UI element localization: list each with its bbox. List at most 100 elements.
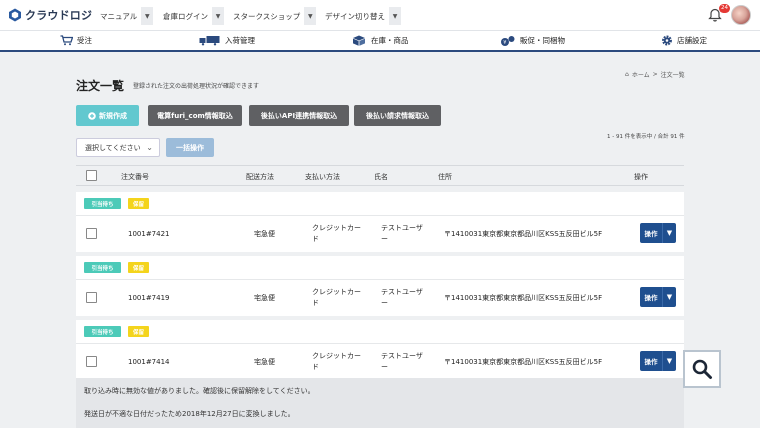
shipping-method: 宅急便 xyxy=(254,230,275,238)
caret-down-icon[interactable]: ▼ xyxy=(662,223,676,243)
shipping-method: 宅急便 xyxy=(254,294,275,302)
import-deferred-billing-label: 後払い請求情報取込 xyxy=(366,111,429,120)
bulk-action-button[interactable]: 一括操作 xyxy=(166,138,214,157)
new-order-button[interactable]: 新規作成 xyxy=(76,105,139,126)
header-ops: 操作 xyxy=(634,173,648,181)
table-header: 注文番号 配送方法 支払い方法 氏名 住所 操作 xyxy=(76,165,684,186)
breadcrumb-separator: > xyxy=(652,71,658,78)
status-badge: 引当待ち xyxy=(84,326,121,337)
import-furi-button[interactable]: 電算furi_com情報取込 xyxy=(148,105,242,126)
customer-name: テストユーザー xyxy=(381,223,423,245)
topmenu-manual[interactable]: マニュアル ▼ xyxy=(96,7,154,25)
select-all-checkbox[interactable] xyxy=(86,170,97,181)
truck-icon xyxy=(199,36,220,46)
chevron-down-icon[interactable]: ▼ xyxy=(212,7,224,25)
logo-hex-icon xyxy=(9,8,21,22)
status-badge: 保留 xyxy=(128,326,149,337)
chevron-down-icon[interactable]: ▼ xyxy=(141,7,154,25)
caret-down-icon[interactable]: ▼ xyxy=(662,351,676,371)
brand-name: クラウドロジ xyxy=(25,9,93,22)
payment-line: クレジットカー xyxy=(312,352,361,360)
status-badge: 引当待ち xyxy=(84,198,121,209)
topmenu-warehouse-login-label: 倉庫ログイン xyxy=(163,11,208,21)
address: 〒1410031東京都東京都品川区KSS五反田ビル5F xyxy=(444,230,603,238)
payment-line: ド xyxy=(312,299,319,307)
zoom-search-button[interactable] xyxy=(683,350,721,388)
nav-item-promo[interactable]: ¥ 販促・同梱物 xyxy=(500,31,565,50)
header-payment[interactable]: 支払い方法 xyxy=(305,172,340,182)
status-badge: 保留 xyxy=(128,262,149,273)
page-title: 注文一覧 xyxy=(76,79,125,93)
chevron-down-icon[interactable]: ▼ xyxy=(304,7,317,25)
topmenu-shop[interactable]: スタークスショップ ▼ xyxy=(229,7,317,25)
new-order-label: 新規作成 xyxy=(99,111,127,120)
top-bar: クラウドロジ マニュアル ▼ 倉庫ログイン ▼ スタークスショップ ▼ デザイン… xyxy=(0,0,760,31)
nav-item-inventory-label: 在庫・商品 xyxy=(371,36,409,45)
shipping-method: 宅急便 xyxy=(254,358,275,366)
table-row: 引当待ち 保留 1001#7414 宅急便 クレジットカード テストユーザー 〒… xyxy=(76,320,684,378)
order-number[interactable]: 1001#7421 xyxy=(128,229,170,240)
header-shipping[interactable]: 配送方法 xyxy=(246,172,274,182)
nav-item-store-settings-label: 店舗設定 xyxy=(677,36,707,45)
row-checkbox[interactable] xyxy=(86,228,97,239)
customer-name: テストユーザー xyxy=(381,287,423,309)
breadcrumb-current: 注文一覧 xyxy=(660,72,685,79)
import-deferred-api-button[interactable]: 後払いAPI連携情報取込 xyxy=(249,105,349,126)
cart-icon xyxy=(60,35,73,46)
bulk-action-select[interactable]: 選択してください ⌄ xyxy=(76,138,160,157)
svg-text:¥: ¥ xyxy=(503,40,506,46)
header-order-no[interactable]: 注文番号 xyxy=(121,172,149,182)
note-date-converted: 発送日が不適な日付だったため2018年12月27日に変換しました。 xyxy=(84,410,295,418)
home-icon: ⌂ xyxy=(625,71,629,78)
name-line: ー xyxy=(381,363,388,371)
name-line: ー xyxy=(381,235,388,243)
row-operation-button[interactable]: 操作 ▼ xyxy=(640,287,676,307)
bulk-action-label: 一括操作 xyxy=(176,143,204,152)
address: 〒1410031東京都東京都品川区KSS五反田ビル5F xyxy=(444,358,603,366)
payment-line: ド xyxy=(312,363,319,371)
table-row: 引当待ち 保留 1001#7419 宅急便 クレジットカード テストユーザー 〒… xyxy=(76,256,684,316)
row-operation-button[interactable]: 操作 ▼ xyxy=(640,223,676,243)
bulk-action-select-value: 選択してください xyxy=(85,143,141,152)
brand-logo[interactable]: クラウドロジ xyxy=(8,7,92,23)
header-address[interactable]: 住所 xyxy=(438,172,452,182)
order-number[interactable]: 1001#7419 xyxy=(128,293,170,304)
import-deferred-billing-button[interactable]: 後払い請求情報取込 xyxy=(354,105,441,126)
row-operation-button[interactable]: 操作 ▼ xyxy=(640,351,676,371)
note-invalid-value: 取り込み時に無効な値がありました。確認後に保留解除をしてください。 xyxy=(84,387,315,395)
avatar[interactable] xyxy=(731,5,751,25)
payment-line: ド xyxy=(312,235,319,243)
box-icon xyxy=(353,35,365,46)
order-number[interactable]: 1001#7414 xyxy=(128,357,170,368)
result-count: 1 - 91 件を表示中 / 合計 91 件 xyxy=(607,134,685,140)
row-operation-label: 操作 xyxy=(644,358,658,366)
nav-item-arrivals[interactable]: 入荷管理 xyxy=(199,31,255,50)
row-operation-label: 操作 xyxy=(644,230,658,238)
breadcrumb-home[interactable]: ホーム xyxy=(632,70,650,79)
row-tags: 引当待ち 保留 xyxy=(76,192,684,216)
topmenu-warehouse-login[interactable]: 倉庫ログイン ▼ xyxy=(159,7,224,25)
header-name[interactable]: 氏名 xyxy=(374,172,388,182)
payment-line: クレジットカー xyxy=(312,224,361,232)
name-line: テストユーザ xyxy=(381,224,423,232)
topmenu-design-switch[interactable]: デザイン切り替え ▼ xyxy=(321,7,401,25)
nav-item-inventory[interactable]: 在庫・商品 xyxy=(351,31,409,50)
topmenu-manual-label: マニュアル xyxy=(100,11,138,21)
name-line: ー xyxy=(381,299,388,307)
breadcrumb: ⌂ ホーム > 注文一覧 xyxy=(625,70,685,79)
nav-item-store-settings[interactable]: 店舗設定 xyxy=(661,31,707,50)
caret-down-icon[interactable]: ▼ xyxy=(662,287,676,307)
chevron-down-icon[interactable]: ▼ xyxy=(389,7,401,25)
nav-item-promo-label: 販促・同梱物 xyxy=(520,36,565,45)
gear-icon xyxy=(662,35,672,46)
nav-item-orders[interactable]: 受注 xyxy=(60,31,92,50)
row-checkbox[interactable] xyxy=(86,356,97,367)
main-nav: 受注 入荷管理 在庫・商品 ¥ 販促・同梱物 店舗設定 xyxy=(0,31,760,52)
payment-method: クレジットカード xyxy=(312,287,361,309)
nav-item-orders-label: 受注 xyxy=(77,36,92,45)
page-subtitle: 登録された注文の出荷処理状況が確認できます xyxy=(133,83,260,90)
row-checkbox[interactable] xyxy=(86,292,97,303)
name-line: テストユーザ xyxy=(381,288,423,296)
plus-circle-icon xyxy=(88,111,96,120)
status-badge: 引当待ち xyxy=(84,262,121,273)
